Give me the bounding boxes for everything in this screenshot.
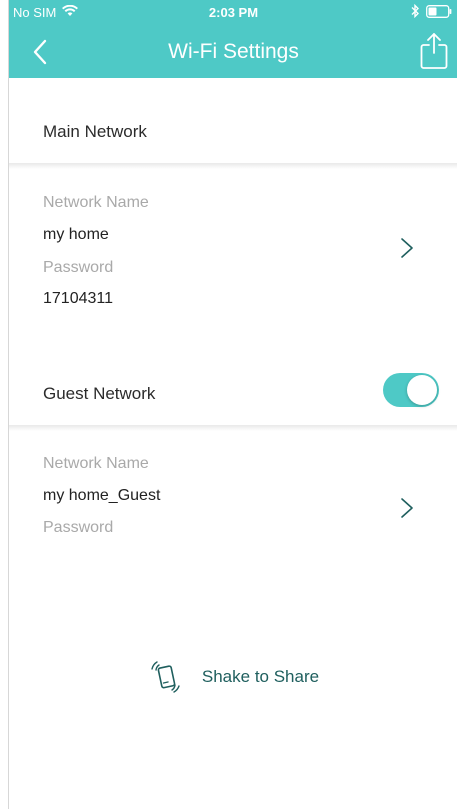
divider: [9, 425, 457, 431]
status-time: 2:03 PM: [208, 5, 259, 20]
main-network-name-value: my home: [43, 226, 109, 243]
battery-icon: [426, 4, 452, 21]
guest-network-title: Guest Network: [43, 384, 156, 403]
shake-phone-icon: [151, 661, 180, 693]
shake-to-share-label: Shake to Share: [201, 667, 320, 686]
main-network-name-label: Network Name: [43, 194, 149, 211]
main-network-header: Main Network: [9, 100, 457, 160]
nav-bar: Wi-Fi Settings: [9, 24, 457, 78]
guest-network-details[interactable]: Network Name my home_Guest Password: [9, 432, 457, 552]
page-title: Wi-Fi Settings: [168, 40, 299, 63]
main-network-password-value: 17104311: [43, 290, 113, 307]
status-right: [410, 3, 452, 21]
toggle-knob: [407, 375, 437, 405]
main-network-password-label: Password: [43, 259, 114, 276]
app-screen: No SIM 2:03 PM Wi-Fi Settings Main Netwo…: [8, 0, 457, 809]
bluetooth-icon: [410, 3, 420, 21]
divider: [9, 163, 457, 169]
share-button[interactable]: [418, 31, 450, 71]
guest-network-toggle[interactable]: [383, 373, 439, 407]
chevron-right-icon: [401, 498, 413, 518]
status-bar: No SIM 2:03 PM: [9, 0, 457, 24]
share-icon: [420, 33, 448, 69]
main-network-title: Main Network: [43, 122, 147, 141]
guest-network-name-label: Network Name: [43, 455, 149, 472]
guest-network-name-value: my home_Guest: [43, 487, 161, 504]
guest-network-password-label: Password: [43, 519, 114, 536]
main-network-details[interactable]: Network Name my home Password 17104311: [9, 170, 457, 330]
shake-to-share-button[interactable]: Shake to Share: [9, 660, 457, 694]
chevron-right-icon: [401, 238, 413, 258]
